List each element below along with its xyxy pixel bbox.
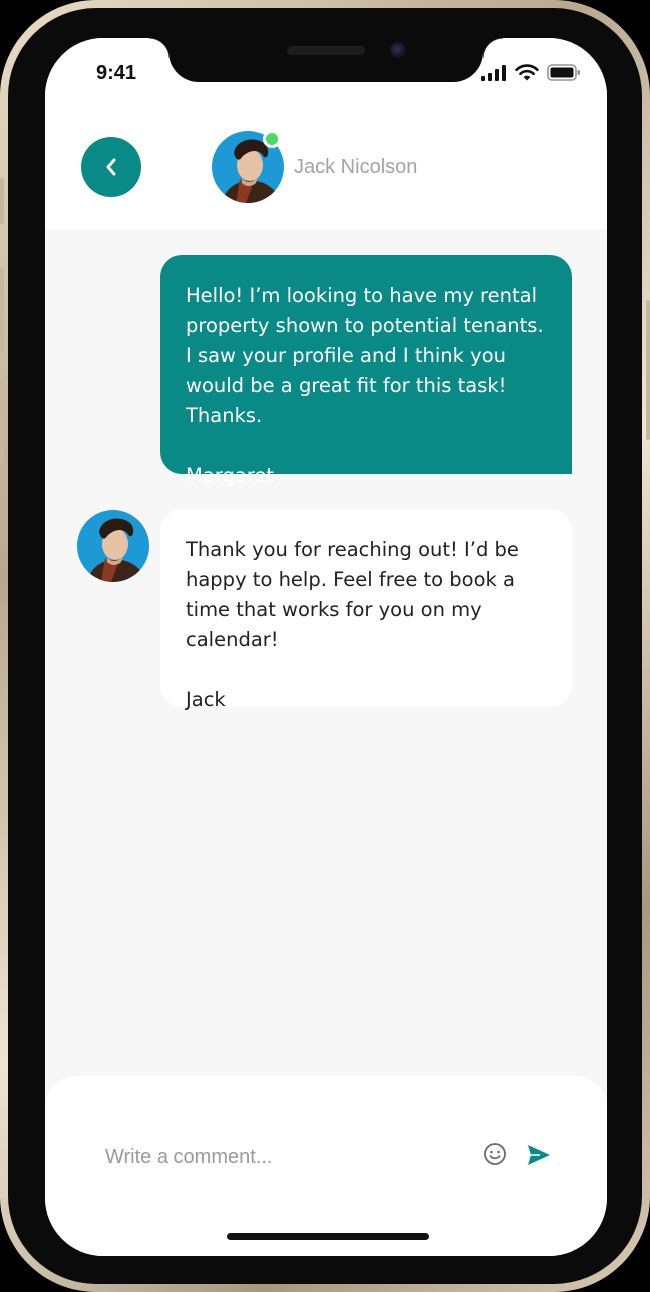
comment-input[interactable]	[103, 1136, 467, 1178]
sender-avatar[interactable]	[77, 510, 149, 582]
status-time: 9:41	[96, 62, 137, 84]
status-icons	[481, 64, 581, 81]
phone-frame: 9:41 Jack Nicolson Hello! I’m looking to…	[0, 0, 650, 1292]
notch	[149, 38, 503, 82]
emoji-smile-icon[interactable]	[483, 1142, 507, 1166]
contact-name: Jack Nicolson	[294, 156, 418, 178]
outgoing-message: Hello! I’m looking to have my rental pro…	[160, 255, 572, 487]
volume-up-button	[0, 268, 4, 352]
volume-down-button	[0, 380, 4, 464]
incoming-message: Thank you for reaching out! I’d be happy…	[160, 509, 572, 711]
message-body: Thank you for reaching out! I’d be happy…	[186, 538, 519, 651]
back-button[interactable]	[81, 137, 141, 197]
battery-icon	[547, 64, 580, 81]
message-body: Hello! I’m looking to have my rental pro…	[186, 284, 544, 427]
comment-composer	[45, 1076, 607, 1256]
chevron-left-icon	[106, 158, 116, 176]
power-button	[646, 300, 650, 440]
wifi-icon	[515, 64, 539, 81]
silent-switch	[0, 178, 4, 224]
cellular-signal-icon	[481, 64, 506, 81]
home-indicator	[227, 1233, 429, 1240]
front-camera	[390, 42, 406, 58]
message-signature: Margaret	[186, 464, 275, 487]
earpiece-speaker	[287, 46, 365, 55]
app-screen: 9:41 Jack Nicolson Hello! I’m looking to…	[45, 38, 607, 1256]
message-signature: Jack	[186, 688, 226, 711]
send-icon[interactable]	[527, 1144, 551, 1166]
online-status-dot	[263, 130, 281, 148]
